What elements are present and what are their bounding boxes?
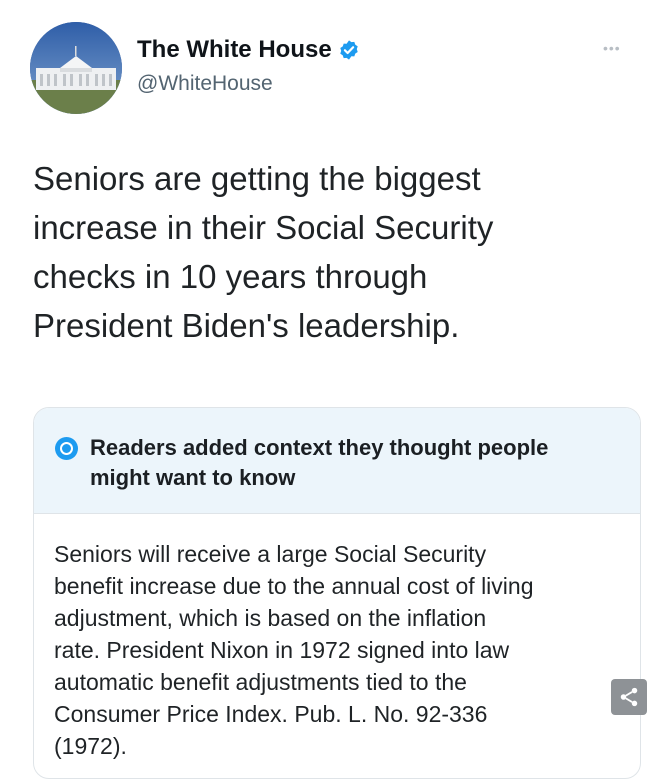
tweet-line: increase in their Social Security [33, 209, 494, 246]
tweet-line: checks in 10 years through [33, 258, 428, 295]
note-body-line: Consumer Price Index. Pub. L. No. 92-336 [54, 701, 488, 727]
note-body-line: rate. President Nixon in 1972 signed int… [54, 637, 510, 663]
account-handle[interactable]: @WhiteHouse [137, 72, 273, 96]
community-notes-icon [55, 437, 78, 460]
display-name[interactable]: The White House [137, 36, 332, 64]
community-note-title: Readers added context they thought peopl… [90, 433, 610, 493]
community-note[interactable]: Readers added context they thought peopl… [33, 407, 641, 779]
more-options-icon[interactable]: ••• [603, 40, 621, 56]
note-body-line: (1972). [54, 733, 127, 759]
share-icon[interactable] [611, 679, 647, 715]
tweet: The White House @WhiteHouse ••• Seniors … [0, 0, 650, 779]
note-title-line: might want to know [90, 465, 296, 490]
avatar[interactable] [30, 22, 122, 114]
note-title-line: Readers added context they thought peopl… [90, 435, 549, 460]
verified-badge-icon [339, 40, 358, 60]
tweet-line: President Biden's leadership. [33, 307, 460, 344]
community-note-header: Readers added context they thought peopl… [34, 408, 640, 514]
tweet-text: Seniors are getting the biggest increase… [33, 154, 603, 350]
note-body-line: automatic benefit adjustments tied to th… [54, 669, 467, 695]
white-house-avatar-image [30, 22, 122, 114]
note-body-line: Seniors will receive a large Social Secu… [54, 541, 487, 567]
tweet-line: Seniors are getting the biggest [33, 160, 481, 197]
share-glyph [620, 687, 638, 707]
note-body-line: benefit increase due to the annual cost … [54, 573, 534, 599]
note-body-line: adjustment, which is based on the inflat… [54, 605, 487, 631]
account-name-row[interactable]: The White House [137, 36, 360, 64]
community-note-body: Seniors will receive a large Social Secu… [54, 538, 629, 762]
